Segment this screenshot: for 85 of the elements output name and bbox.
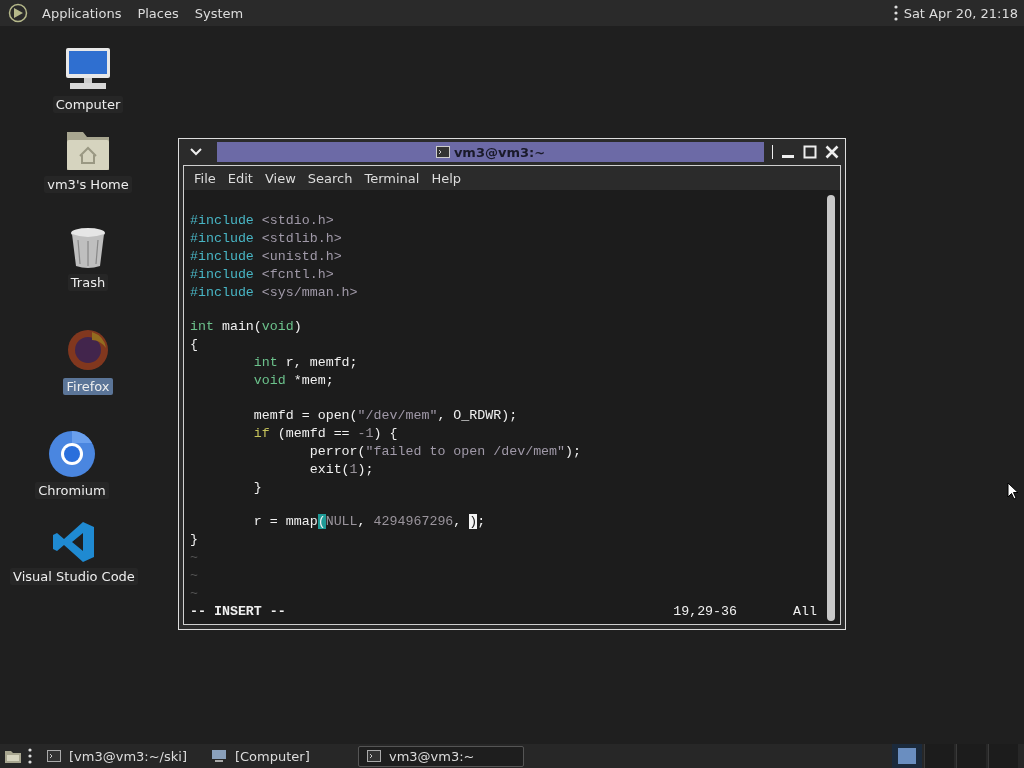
- desktop-icon-label[interactable]: Visual Studio Code: [10, 568, 138, 585]
- code-text: 1: [349, 461, 358, 477]
- code-text: , O_RDWR);: [437, 407, 518, 423]
- code-text: );: [357, 461, 374, 477]
- code-text: int: [190, 319, 214, 334]
- distro-logo-icon[interactable]: [8, 3, 28, 23]
- code-text: ) {: [373, 425, 398, 441]
- code-text: {: [190, 337, 198, 352]
- more-icon[interactable]: [893, 5, 898, 21]
- window-title: vm3@vm3:~: [453, 144, 546, 160]
- trash-icon[interactable]: [68, 226, 108, 270]
- cursor-position: 19,29-36: [673, 603, 738, 621]
- code-text: <unistd.h>: [260, 248, 342, 264]
- taskbar-button[interactable]: [vm3@vm3:~/ski]: [38, 745, 196, 767]
- monitor-icon: [210, 749, 227, 763]
- code-text: r, memfd;: [284, 355, 358, 370]
- menu-item[interactable]: Search: [301, 170, 359, 186]
- code-text: main(: [220, 319, 262, 334]
- desktop-icon-label[interactable]: Trash: [67, 274, 109, 291]
- terminal-icon: [47, 750, 61, 762]
- code-text: ,: [453, 514, 463, 529]
- terminal-icon: [435, 146, 450, 158]
- code-editor-icon[interactable]: [52, 520, 96, 564]
- text-cursor: ): [469, 514, 478, 529]
- code-text: <stdio.h>: [260, 212, 334, 228]
- taskbar-button[interactable]: [Computer]: [201, 745, 352, 767]
- code-text: <fcntl.h>: [260, 266, 334, 282]
- terminal-icon: [366, 750, 381, 762]
- code-text: <sys/mman.h>: [260, 284, 358, 300]
- code-text: #include: [190, 284, 254, 300]
- code-text: int: [252, 355, 278, 370]
- menu-item[interactable]: Terminal: [358, 170, 426, 186]
- code-text: r = mmap: [252, 514, 318, 529]
- show-desktop-icon[interactable]: [4, 748, 22, 764]
- panel-menu[interactable]: System: [186, 5, 252, 21]
- code-text: #include: [190, 266, 254, 282]
- window-menu-icon[interactable]: [189, 147, 203, 157]
- menu-item[interactable]: File: [188, 170, 222, 186]
- desktop-icon-label[interactable]: vm3's Home: [44, 176, 132, 193]
- code-text: "failed to open /dev/mem": [365, 443, 566, 459]
- panel-menu[interactable]: Places: [129, 5, 187, 21]
- scroll-position: All: [793, 603, 817, 621]
- desktop-icon-label[interactable]: Computer: [52, 96, 124, 113]
- empty-line-marker: ~: [190, 586, 198, 601]
- code-text: );: [565, 443, 582, 459]
- code-text: #include: [190, 212, 254, 228]
- empty-line-marker: ~: [190, 550, 198, 565]
- handle-icon[interactable]: [28, 748, 32, 764]
- code-text: }: [190, 532, 198, 547]
- code-text: }: [252, 479, 262, 495]
- code-text: ,: [357, 514, 367, 529]
- menu-item[interactable]: Help: [425, 170, 468, 186]
- taskbar-button[interactable]: vm3@vm3:~: [357, 745, 524, 767]
- chromium-icon[interactable]: [48, 430, 96, 478]
- panel-menu[interactable]: Applications: [34, 5, 130, 21]
- code-text: NULL: [325, 514, 358, 529]
- code-text: 4294967296: [373, 514, 454, 529]
- code-text: if: [252, 425, 270, 441]
- code-text: #include: [190, 248, 254, 264]
- desktop-icon-label[interactable]: Firefox: [63, 378, 113, 395]
- code-text: void: [252, 373, 286, 388]
- menu-item[interactable]: View: [258, 170, 302, 186]
- menu-item[interactable]: Edit: [221, 170, 259, 186]
- code-text: exit(: [308, 461, 350, 477]
- code-text: "/dev/mem": [357, 407, 438, 423]
- desktop-icon-label[interactable]: Chromium: [35, 482, 109, 499]
- code-text: perror(: [308, 443, 366, 459]
- code-text: ): [293, 319, 302, 334]
- code-text: void: [261, 319, 294, 334]
- clock[interactable]: Sat Apr 20, 21:18: [903, 5, 1018, 21]
- code-text: <stdlib.h>: [260, 230, 342, 246]
- code-text: memfd = open(: [252, 407, 358, 423]
- code-text: -1: [357, 425, 374, 441]
- close-icon[interactable]: [825, 145, 839, 159]
- mode-indicator: -- INSERT --: [190, 603, 286, 621]
- code-text: *mem;: [292, 373, 334, 388]
- code-text: (memfd ==: [276, 425, 351, 441]
- maximize-icon[interactable]: [803, 145, 817, 159]
- code-text: ;: [477, 514, 486, 529]
- pointer-icon: [1007, 482, 1019, 500]
- empty-line-marker: ~: [190, 568, 198, 583]
- scrollbar[interactable]: [827, 195, 835, 621]
- code-text: #include: [190, 230, 254, 246]
- workspace-button[interactable]: [892, 744, 922, 768]
- matched-paren: (: [317, 514, 326, 529]
